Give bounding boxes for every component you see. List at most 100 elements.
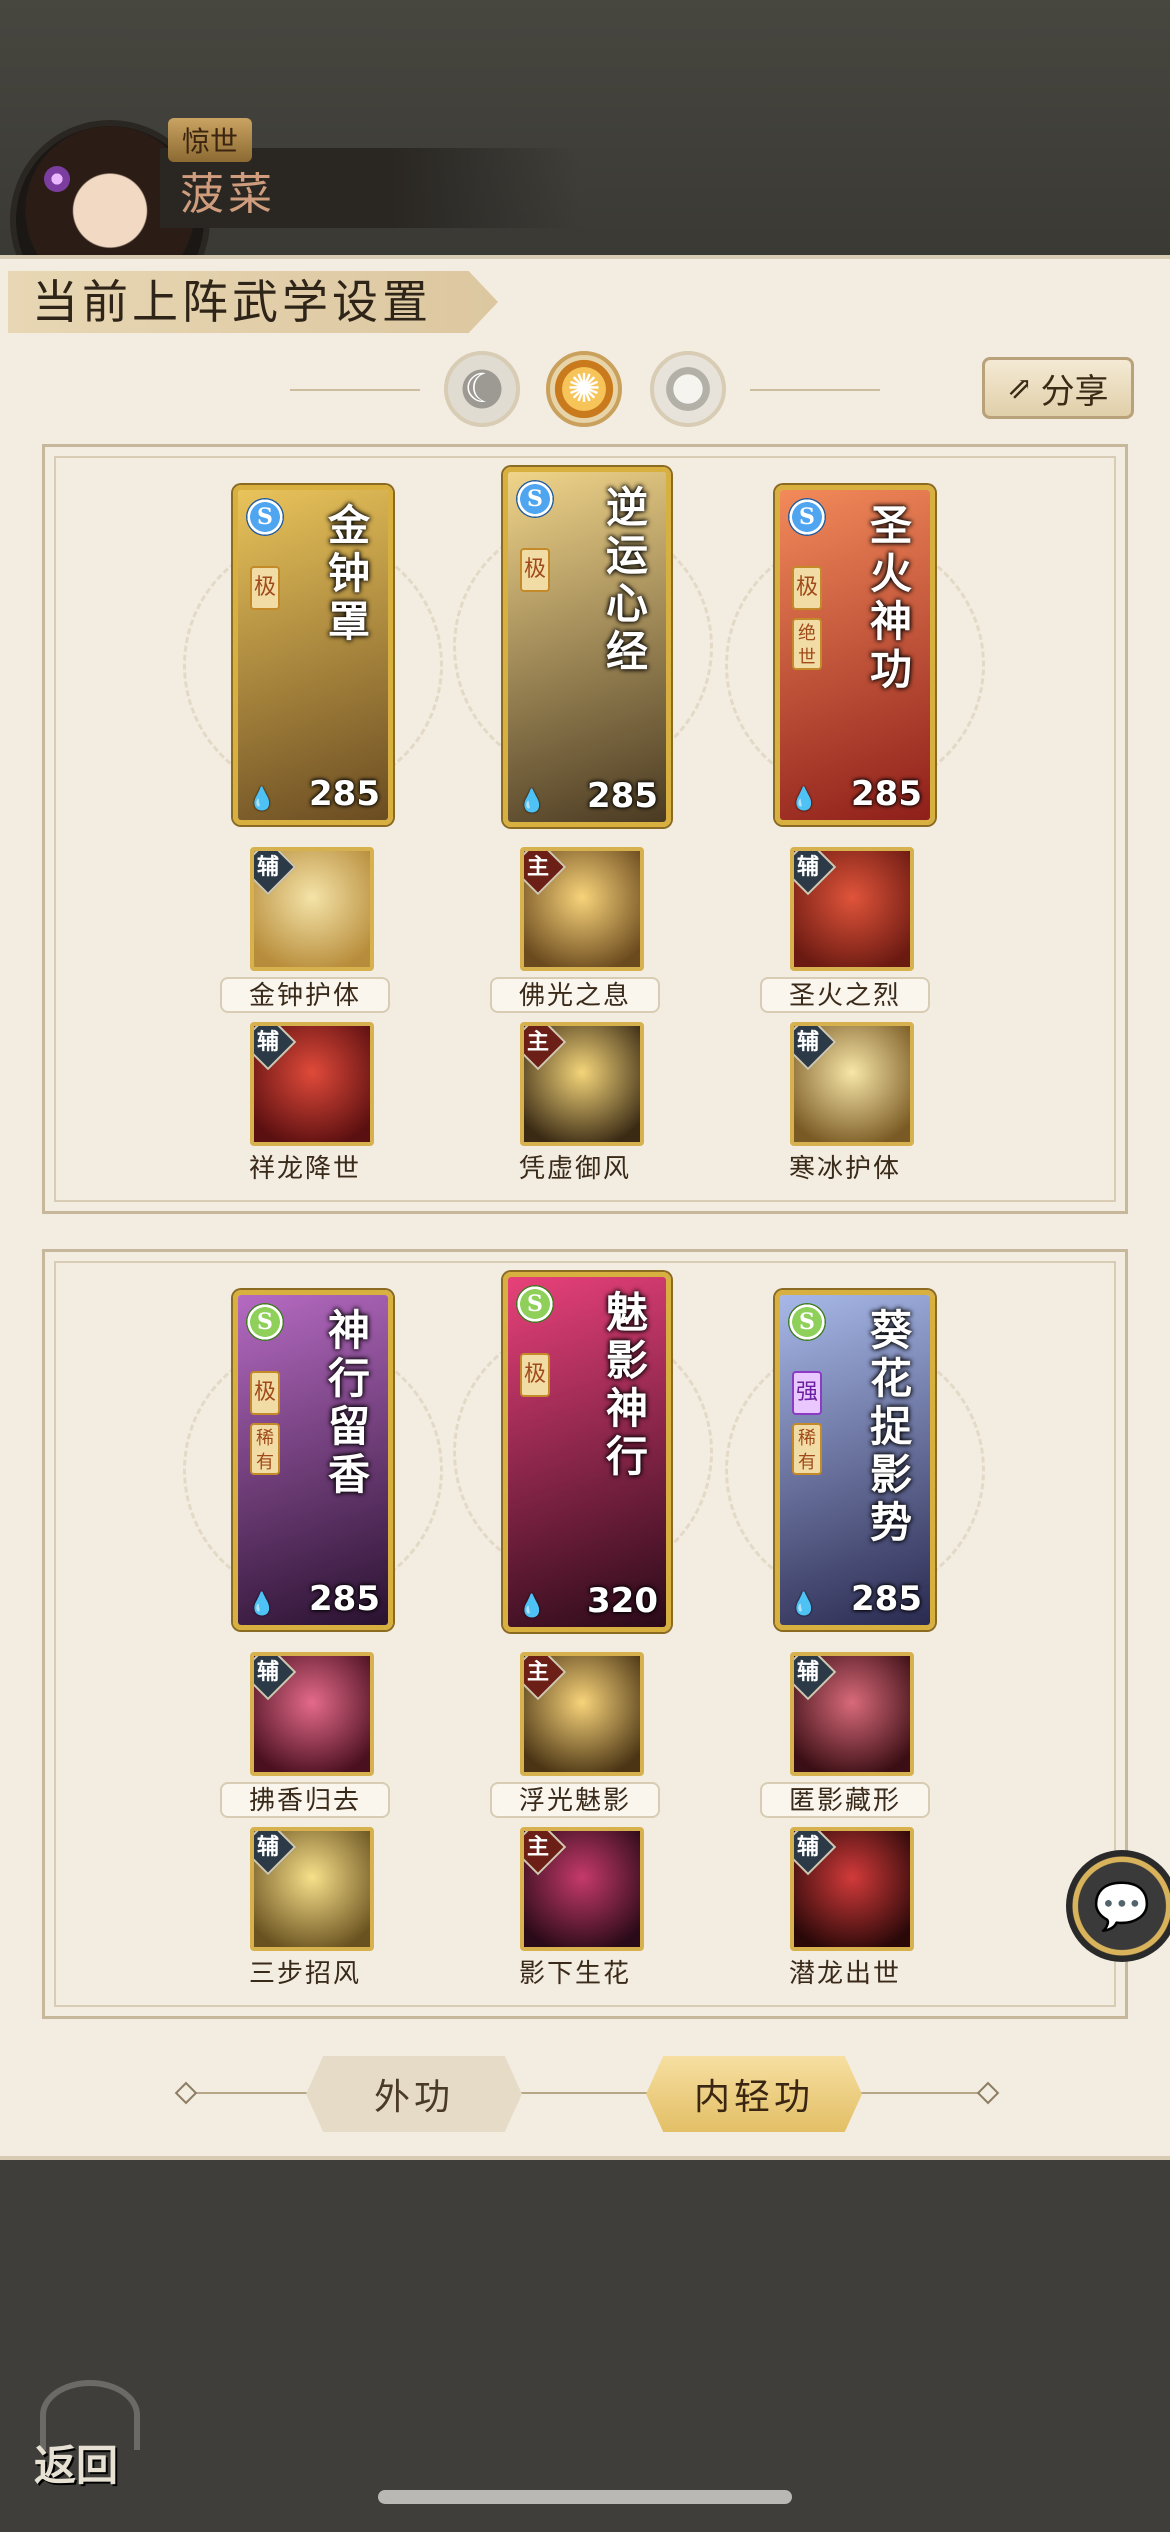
- skill-item[interactable]: 辅: [790, 1827, 914, 1951]
- title-badge: 惊世: [168, 118, 253, 162]
- rank-badge: 强: [792, 1371, 822, 1415]
- skill-label: 凭虚御风: [518, 1154, 631, 1184]
- tab-outer[interactable]: 外功: [306, 2056, 522, 2132]
- role-badge: 辅: [254, 1831, 297, 1876]
- back-button[interactable]: 返回: [30, 2380, 150, 2490]
- moon-icon[interactable]: ☾: [444, 351, 520, 427]
- diamond-icon: [976, 2081, 1000, 2105]
- divider: [180, 2092, 310, 2094]
- role-badge-label: 辅: [256, 1659, 279, 1685]
- role-badge-label: 辅: [796, 1659, 819, 1685]
- martial-art-card[interactable]: S 极绝世 圣火神功 💧 285: [775, 485, 935, 825]
- role-badge: 辅: [794, 1026, 837, 1071]
- role-badge: 主: [524, 1026, 567, 1071]
- ring-icon[interactable]: [650, 351, 726, 427]
- card-name: 金钟罩: [328, 501, 371, 646]
- role-badge-label: 主: [526, 1659, 549, 1685]
- role-badge: 辅: [254, 1026, 297, 1071]
- skill-label: 拂香归去: [220, 1782, 390, 1818]
- type-icon: S: [788, 498, 826, 536]
- back-label: 返回: [34, 2441, 119, 2490]
- martial-art-card[interactable]: S 极稀有 神行留香 💧 285: [233, 1290, 393, 1630]
- type-icon: S: [246, 498, 284, 536]
- skill-label: 浮光魅影: [490, 1782, 660, 1818]
- chat-bubble-icon[interactable]: 💬: [1066, 1850, 1170, 1962]
- skill-item[interactable]: 主: [520, 1022, 644, 1146]
- skill-item[interactable]: 主: [520, 847, 644, 971]
- card-power: 285: [851, 1579, 922, 1619]
- card-name: 葵花捉影势: [870, 1306, 913, 1547]
- role-badge: 主: [524, 1831, 567, 1876]
- role-badge-label: 辅: [796, 854, 819, 880]
- flower-icon: [44, 166, 70, 192]
- role-badge: 辅: [794, 851, 837, 896]
- skill-item[interactable]: 辅: [790, 1022, 914, 1146]
- skill-label: 佛光之息: [490, 977, 660, 1013]
- skill-label: 潜龙出世: [788, 1959, 901, 1989]
- role-badge: 辅: [254, 1656, 297, 1701]
- sun-icon[interactable]: ✺: [546, 351, 622, 427]
- rank-badge: 极: [520, 1353, 550, 1397]
- role-badge: 主: [524, 1656, 567, 1701]
- skill-item[interactable]: 辅: [790, 847, 914, 971]
- skill-item[interactable]: 辅: [250, 1652, 374, 1776]
- type-icon: S: [516, 1285, 554, 1323]
- share-icon: ⇗: [1007, 370, 1033, 406]
- divider: [518, 2092, 648, 2094]
- rank-badge: 极: [250, 1371, 280, 1415]
- water-drop-icon: 💧: [790, 1592, 818, 1617]
- share-button[interactable]: ⇗ 分享: [982, 357, 1134, 419]
- card-power: 285: [309, 774, 380, 814]
- rank-badge: 极: [250, 566, 280, 610]
- role-badge: 辅: [794, 1831, 837, 1876]
- martial-art-card[interactable]: S 极 逆运心经 💧 285: [503, 467, 671, 827]
- diamond-icon: [174, 2081, 198, 2105]
- card-name: 逆运心经: [606, 483, 649, 676]
- type-icon: S: [246, 1303, 284, 1341]
- rarity-tag: 稀有: [250, 1423, 280, 1475]
- martial-art-card[interactable]: S 极 金钟罩 💧 285: [233, 485, 393, 825]
- divider: [750, 389, 880, 391]
- card-name: 神行留香: [328, 1306, 371, 1499]
- water-drop-icon: 💧: [248, 787, 276, 812]
- tab-bar: 外功 内轻功: [0, 2054, 1170, 2134]
- water-drop-icon: 💧: [518, 1594, 546, 1619]
- martial-art-card[interactable]: S 强稀有 葵花捉影势 💧 285: [775, 1290, 935, 1630]
- type-icon: S: [516, 480, 554, 518]
- water-drop-icon: 💧: [248, 1592, 276, 1617]
- skill-item[interactable]: 主: [520, 1827, 644, 1951]
- divider: [290, 389, 420, 391]
- skill-item[interactable]: 辅: [250, 1827, 374, 1951]
- role-badge-label: 主: [526, 854, 549, 880]
- martial-arts-panel: 当前上阵武学设置 ☾ ✺ ⇗ 分享 S 极金钟罩 💧 285 S 极逆运心经 💧 285 S 极绝…: [0, 255, 1170, 2160]
- skill-item[interactable]: 辅: [250, 1022, 374, 1146]
- water-drop-icon: 💧: [790, 787, 818, 812]
- skill-label: 三步招风: [248, 1959, 361, 1989]
- card-name: 魅影神行: [606, 1288, 649, 1481]
- role-badge: 主: [524, 851, 567, 896]
- role-badge-label: 辅: [796, 1834, 819, 1860]
- skill-item[interactable]: 辅: [250, 847, 374, 971]
- role-badge-label: 辅: [256, 1834, 279, 1860]
- loadout-section-2: S 极稀有 神行留香 💧 285 S 极魅影神行 💧 320 S 强稀有 葵花捉影势 💧 285 辅拂香归去…: [42, 1249, 1128, 2019]
- share-label: 分享: [1040, 371, 1109, 412]
- role-badge-label: 辅: [796, 1029, 819, 1055]
- card-power: 285: [309, 1579, 380, 1619]
- skill-item[interactable]: 主: [520, 1652, 644, 1776]
- loadout-section-1: S 极金钟罩 💧 285 S 极逆运心经 💧 285 S 极绝世 圣火神功 💧 285 辅金钟护体主佛光之…: [42, 444, 1128, 1214]
- skill-label: 圣火之烈: [760, 977, 930, 1013]
- tab-inner[interactable]: 内轻功: [646, 2056, 862, 2132]
- panel-title: 当前上阵武学设置: [8, 271, 498, 333]
- role-badge-label: 主: [526, 1834, 549, 1860]
- type-icon: S: [788, 1303, 826, 1341]
- skill-label: 寒冰护体: [788, 1154, 901, 1184]
- card-power: 285: [587, 776, 658, 816]
- role-badge-label: 辅: [256, 1029, 279, 1055]
- skill-item[interactable]: 辅: [790, 1652, 914, 1776]
- role-badge: 辅: [254, 851, 297, 896]
- home-indicator[interactable]: [378, 2490, 792, 2504]
- martial-art-card[interactable]: S 极 魅影神行 💧 320: [503, 1272, 671, 1632]
- player-name: 菠菜: [180, 169, 276, 220]
- card-power: 320: [587, 1581, 658, 1621]
- card-power: 285: [851, 774, 922, 814]
